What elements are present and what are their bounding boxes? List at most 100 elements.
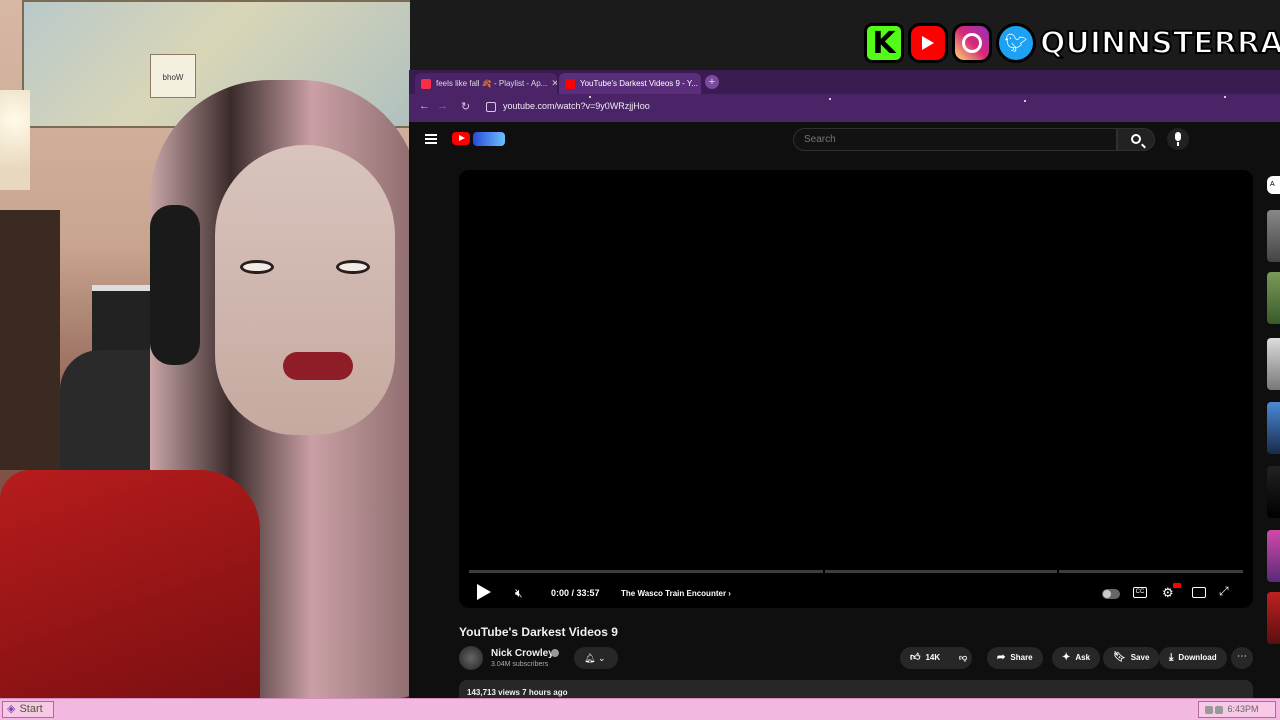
tab-youtube[interactable]: YouTube's Darkest Videos 9 - Y... ✕ (559, 73, 701, 94)
back-icon[interactable]: ← (419, 100, 430, 112)
url-field[interactable]: youtube.com/watch?v=9y0WRzjjHoo (503, 101, 650, 111)
fullscreen-icon[interactable]: ⤢ (1219, 584, 1229, 599)
share-label: Share (1010, 653, 1033, 662)
chevron-down-icon: ⌄ (597, 653, 606, 663)
share-button[interactable]: ➦ Share (987, 647, 1043, 669)
thumbs-down-icon: 👎︎ (958, 653, 968, 662)
mute-icon[interactable]: 🔇︎ (515, 586, 523, 601)
new-tab-button[interactable]: + (705, 75, 719, 89)
sparkle-icon: ✦ (1062, 652, 1071, 663)
description-box[interactable]: 143,713 views 7 hours ago (459, 680, 1253, 698)
lamp (0, 90, 30, 190)
bell-icon: 🔔︎ (584, 653, 596, 663)
sparkle (1224, 96, 1226, 98)
system-tray: 6:43PM (1198, 701, 1276, 718)
sidebar-thumbnail[interactable] (1267, 592, 1280, 644)
close-icon[interactable]: ✕ (698, 78, 701, 89)
streamer-face (215, 145, 395, 435)
sparkle (589, 96, 591, 98)
more-options-icon[interactable]: ⋯ (1231, 647, 1253, 669)
video-title: YouTube's Darkest Videos 9 (459, 625, 618, 639)
download-label: Download (1178, 653, 1217, 662)
youtube-header (409, 122, 1280, 158)
start-label: Start (19, 703, 43, 715)
verified-icon (551, 649, 559, 657)
search-button[interactable] (1117, 128, 1155, 151)
chapter-divider (823, 570, 825, 573)
share-icon: ➦ (997, 652, 1006, 663)
channel-name[interactable]: Nick Crowley (491, 648, 554, 659)
search-box[interactable] (793, 128, 1117, 151)
tab-bar: feels like fall 🍂 - Playlist - Ap... ✕ Y… (409, 70, 1280, 94)
sidebar-thumbnail[interactable] (1267, 530, 1280, 582)
windows-logo-icon: ◈ (7, 703, 16, 715)
progress-bar[interactable] (469, 570, 1243, 573)
tab-label: feels like fall 🍂 - Playlist - Ap... (436, 79, 548, 88)
channel-avatar[interactable] (459, 646, 483, 670)
chapter-divider (1057, 570, 1059, 573)
streamer-right-eye (336, 260, 370, 274)
taskbar: ◈ Start 6:43PM (0, 698, 1280, 720)
sidebar-thumbnail[interactable] (1267, 466, 1280, 518)
dislike-button[interactable]: 👎︎ (948, 647, 978, 669)
forward-icon[interactable]: → (437, 100, 448, 112)
settings-gear-icon[interactable]: ⚙ (1162, 585, 1174, 601)
bookmark-icon: 🔖︎ (1113, 652, 1126, 663)
like-count: 14K (925, 653, 941, 662)
miniplayer-icon[interactable] (1192, 587, 1206, 598)
views-line: 143,713 views 7 hours ago (467, 688, 568, 697)
ask-button[interactable]: ✦ Ask (1052, 647, 1101, 669)
ask-label: Ask (1075, 653, 1091, 662)
social-banner: K 🐦︎ QUINNSTERRAT (864, 20, 1280, 66)
play-icon[interactable] (477, 584, 491, 600)
screen: bhoW feels like fall 🍂 - Playlist - Ap..… (0, 0, 1280, 720)
search-icon (1131, 134, 1141, 144)
music-icon (421, 78, 431, 89)
sidebar-thumbnail[interactable] (1267, 272, 1280, 324)
reload-icon[interactable]: ↻ (461, 100, 470, 113)
video-player[interactable]: 🔇︎ 0:00 / 33:57 The Wasco Train Encounte… (459, 170, 1253, 608)
twitter-icon: 🐦︎ (996, 23, 1036, 63)
subscribe-bell-button[interactable]: 🔔︎ ⌄ (574, 647, 618, 669)
tab-playlist[interactable]: feels like fall 🍂 - Playlist - Ap... ✕ (415, 73, 557, 94)
desk (0, 210, 60, 470)
time-display: 0:00 / 33:57 (551, 588, 600, 598)
streamer-lips (283, 352, 353, 380)
save-button[interactable]: 🔖︎ Save (1103, 647, 1160, 669)
hd-badge (1173, 583, 1181, 588)
instagram-icon (952, 23, 992, 63)
youtube-icon (908, 23, 948, 63)
youtube-doodle[interactable] (473, 132, 505, 146)
download-icon: ⤓ (1169, 652, 1174, 663)
network-icon[interactable] (1205, 705, 1213, 714)
webcam-feed: bhoW (0, 0, 410, 698)
start-button[interactable]: ◈ Start (2, 701, 54, 718)
search-input[interactable] (794, 129, 1116, 150)
sidebar-thumbnail[interactable] (1267, 402, 1280, 454)
streamer-shirt (0, 470, 260, 698)
captions-icon[interactable]: CC (1133, 587, 1147, 598)
streamer-left-eye (240, 260, 274, 274)
download-button[interactable]: ⤓ Download (1159, 647, 1227, 669)
autoplay-toggle[interactable] (1102, 589, 1120, 599)
youtube-logo-icon[interactable] (452, 132, 470, 145)
chapter-button[interactable]: The Wasco Train Encounter › (621, 589, 731, 598)
clock[interactable]: 6:43PM (1228, 704, 1259, 714)
headphones (150, 205, 200, 365)
volume-icon[interactable] (1215, 705, 1223, 714)
tab-label: YouTube's Darkest Videos 9 - Y... (580, 79, 698, 88)
voice-search-icon[interactable] (1167, 128, 1189, 150)
thumbs-up-icon: 👍︎ (910, 652, 921, 663)
sidebar-chip[interactable]: A (1267, 176, 1280, 194)
browser-window: feels like fall 🍂 - Playlist - Ap... ✕ Y… (409, 70, 1280, 698)
sparkle (1024, 100, 1026, 102)
site-info-icon[interactable] (486, 102, 496, 112)
sidebar-thumbnail[interactable] (1267, 338, 1280, 390)
address-bar: ← → ↻ youtube.com/watch?v=9y0WRzjjHoo (409, 94, 1280, 122)
subscriber-count: 3.04M subscribers (491, 661, 549, 668)
streamer-handle: QUINNSTERRAT (1039, 25, 1280, 62)
hamburger-menu-icon[interactable] (425, 134, 437, 144)
close-icon[interactable]: ✕ (547, 78, 557, 89)
sidebar-thumbnail[interactable] (1267, 210, 1280, 262)
sparkle (829, 98, 831, 100)
